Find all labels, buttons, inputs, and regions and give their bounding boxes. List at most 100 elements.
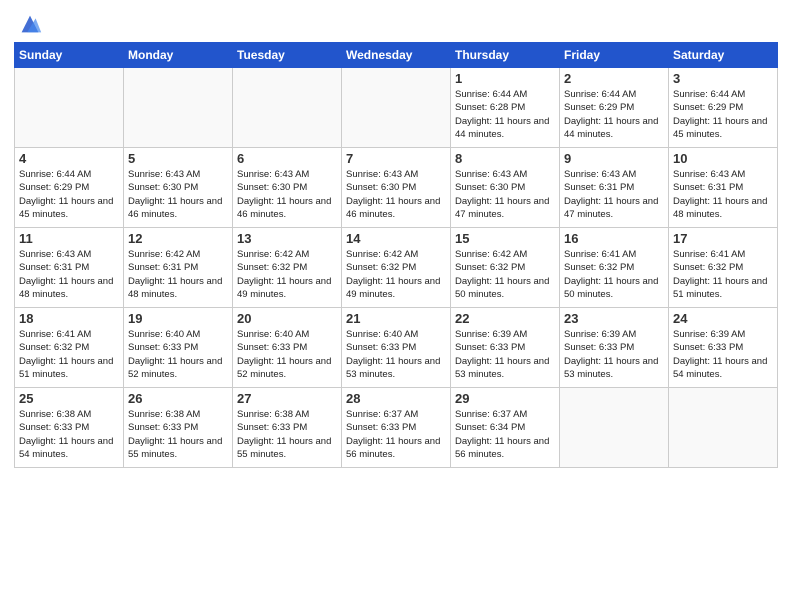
day-of-week-header: Monday [124,43,233,68]
calendar-week-row: 1 Sunrise: 6:44 AM Sunset: 6:28 PM Daylig… [15,68,778,148]
day-number: 17 [673,231,773,246]
calendar-cell: 8 Sunrise: 6:43 AM Sunset: 6:30 PM Daylig… [451,148,560,228]
calendar-cell: 21 Sunrise: 6:40 AM Sunset: 6:33 PM Dayli… [342,308,451,388]
calendar-cell [560,388,669,468]
day-info: Sunrise: 6:42 AM Sunset: 6:32 PM Dayligh… [346,248,446,301]
calendar-cell: 19 Sunrise: 6:40 AM Sunset: 6:33 PM Dayli… [124,308,233,388]
calendar-cell: 10 Sunrise: 6:43 AM Sunset: 6:31 PM Dayli… [669,148,778,228]
day-of-week-header: Saturday [669,43,778,68]
day-number: 25 [19,391,119,406]
day-info: Sunrise: 6:39 AM Sunset: 6:33 PM Dayligh… [564,328,664,381]
day-number: 21 [346,311,446,326]
day-info: Sunrise: 6:37 AM Sunset: 6:34 PM Dayligh… [455,408,555,461]
day-number: 11 [19,231,119,246]
calendar-cell: 13 Sunrise: 6:42 AM Sunset: 6:32 PM Dayli… [233,228,342,308]
day-info: Sunrise: 6:42 AM Sunset: 6:32 PM Dayligh… [455,248,555,301]
calendar-cell: 2 Sunrise: 6:44 AM Sunset: 6:29 PM Daylig… [560,68,669,148]
day-info: Sunrise: 6:43 AM Sunset: 6:31 PM Dayligh… [564,168,664,221]
calendar-cell: 26 Sunrise: 6:38 AM Sunset: 6:33 PM Dayli… [124,388,233,468]
page-header [14,10,778,38]
day-number: 19 [128,311,228,326]
day-of-week-header: Friday [560,43,669,68]
day-number: 29 [455,391,555,406]
calendar-cell: 22Sunrise: 6:39 AM Sunset: 6:33 PM Dayli… [451,308,560,388]
calendar-cell: 5Sunrise: 6:43 AM Sunset: 6:30 PM Daylig… [124,148,233,228]
calendar-cell: 28Sunrise: 6:37 AM Sunset: 6:33 PM Dayli… [342,388,451,468]
calendar-cell [233,68,342,148]
day-info: Sunrise: 6:39 AM Sunset: 6:33 PM Dayligh… [673,328,773,381]
day-of-week-header: Thursday [451,43,560,68]
day-number: 12 [128,231,228,246]
calendar-cell [669,388,778,468]
calendar-cell: 9 Sunrise: 6:43 AM Sunset: 6:31 PM Daylig… [560,148,669,228]
day-number: 27 [237,391,337,406]
day-of-week-header: Tuesday [233,43,342,68]
day-number: 20 [237,311,337,326]
day-info: Sunrise: 6:44 AM Sunset: 6:29 PM Dayligh… [564,88,664,141]
day-info: Sunrise: 6:38 AM Sunset: 6:33 PM Dayligh… [19,408,119,461]
calendar-cell [124,68,233,148]
calendar-week-row: 11 Sunrise: 6:43 AM Sunset: 6:31 PM Dayli… [15,228,778,308]
day-info: Sunrise: 6:43 AM Sunset: 6:31 PM Dayligh… [19,248,119,301]
day-number: 9 [564,151,664,166]
day-info: Sunrise: 6:37 AM Sunset: 6:33 PM Dayligh… [346,408,446,461]
calendar-cell: 29 Sunrise: 6:37 AM Sunset: 6:34 PM Dayli… [451,388,560,468]
calendar-cell: 23 Sunrise: 6:39 AM Sunset: 6:33 PM Dayli… [560,308,669,388]
day-number: 7 [346,151,446,166]
calendar-cell: 11 Sunrise: 6:43 AM Sunset: 6:31 PM Dayli… [15,228,124,308]
day-number: 1 [455,71,555,86]
calendar-cell: 12 Sunrise: 6:42 AM Sunset: 6:31 PM Dayli… [124,228,233,308]
calendar-week-row: 25 Sunrise: 6:38 AM Sunset: 6:33 PM Dayli… [15,388,778,468]
calendar-week-row: 4Sunrise: 6:44 AM Sunset: 6:29 PM Daylig… [15,148,778,228]
calendar-cell: 6Sunrise: 6:43 AM Sunset: 6:30 PM Daylig… [233,148,342,228]
day-info: Sunrise: 6:42 AM Sunset: 6:32 PM Dayligh… [237,248,337,301]
day-info: Sunrise: 6:41 AM Sunset: 6:32 PM Dayligh… [19,328,119,381]
calendar-cell: 17 Sunrise: 6:41 AM Sunset: 6:32 PM Dayli… [669,228,778,308]
day-number: 16 [564,231,664,246]
day-number: 14 [346,231,446,246]
day-info: Sunrise: 6:42 AM Sunset: 6:31 PM Dayligh… [128,248,228,301]
calendar-cell [15,68,124,148]
day-number: 24 [673,311,773,326]
day-number: 15 [455,231,555,246]
calendar-cell: 15 Sunrise: 6:42 AM Sunset: 6:32 PM Dayli… [451,228,560,308]
day-number: 2 [564,71,664,86]
calendar-cell [342,68,451,148]
calendar-cell: 4Sunrise: 6:44 AM Sunset: 6:29 PM Daylig… [15,148,124,228]
calendar-table: SundayMondayTuesdayWednesdayThursdayFrid… [14,42,778,468]
calendar-week-row: 18 Sunrise: 6:41 AM Sunset: 6:32 PM Dayli… [15,308,778,388]
page-container: SundayMondayTuesdayWednesdayThursdayFrid… [0,0,792,478]
day-info: Sunrise: 6:44 AM Sunset: 6:29 PM Dayligh… [673,88,773,141]
calendar-cell: 7Sunrise: 6:43 AM Sunset: 6:30 PM Daylig… [342,148,451,228]
day-info: Sunrise: 6:41 AM Sunset: 6:32 PM Dayligh… [564,248,664,301]
day-info: Sunrise: 6:38 AM Sunset: 6:33 PM Dayligh… [128,408,228,461]
day-info: Sunrise: 6:39 AM Sunset: 6:33 PM Dayligh… [455,328,555,381]
calendar-cell: 1 Sunrise: 6:44 AM Sunset: 6:28 PM Daylig… [451,68,560,148]
day-info: Sunrise: 6:43 AM Sunset: 6:30 PM Dayligh… [455,168,555,221]
calendar-cell: 16 Sunrise: 6:41 AM Sunset: 6:32 PM Dayli… [560,228,669,308]
day-number: 4 [19,151,119,166]
calendar-cell: 20 Sunrise: 6:40 AM Sunset: 6:33 PM Dayli… [233,308,342,388]
calendar-cell: 24 Sunrise: 6:39 AM Sunset: 6:33 PM Dayli… [669,308,778,388]
day-number: 8 [455,151,555,166]
day-number: 3 [673,71,773,86]
calendar-cell: 18 Sunrise: 6:41 AM Sunset: 6:32 PM Dayli… [15,308,124,388]
day-number: 23 [564,311,664,326]
day-info: Sunrise: 6:40 AM Sunset: 6:33 PM Dayligh… [346,328,446,381]
day-info: Sunrise: 6:44 AM Sunset: 6:28 PM Dayligh… [455,88,555,141]
day-info: Sunrise: 6:41 AM Sunset: 6:32 PM Dayligh… [673,248,773,301]
day-info: Sunrise: 6:43 AM Sunset: 6:31 PM Dayligh… [673,168,773,221]
calendar-cell: 25 Sunrise: 6:38 AM Sunset: 6:33 PM Dayli… [15,388,124,468]
day-number: 26 [128,391,228,406]
day-number: 13 [237,231,337,246]
logo [14,10,44,38]
day-of-week-header: Wednesday [342,43,451,68]
day-of-week-header: Sunday [15,43,124,68]
day-number: 5 [128,151,228,166]
day-info: Sunrise: 6:40 AM Sunset: 6:33 PM Dayligh… [128,328,228,381]
day-number: 18 [19,311,119,326]
logo-icon [16,10,44,38]
day-info: Sunrise: 6:43 AM Sunset: 6:30 PM Dayligh… [237,168,337,221]
day-number: 10 [673,151,773,166]
day-info: Sunrise: 6:40 AM Sunset: 6:33 PM Dayligh… [237,328,337,381]
